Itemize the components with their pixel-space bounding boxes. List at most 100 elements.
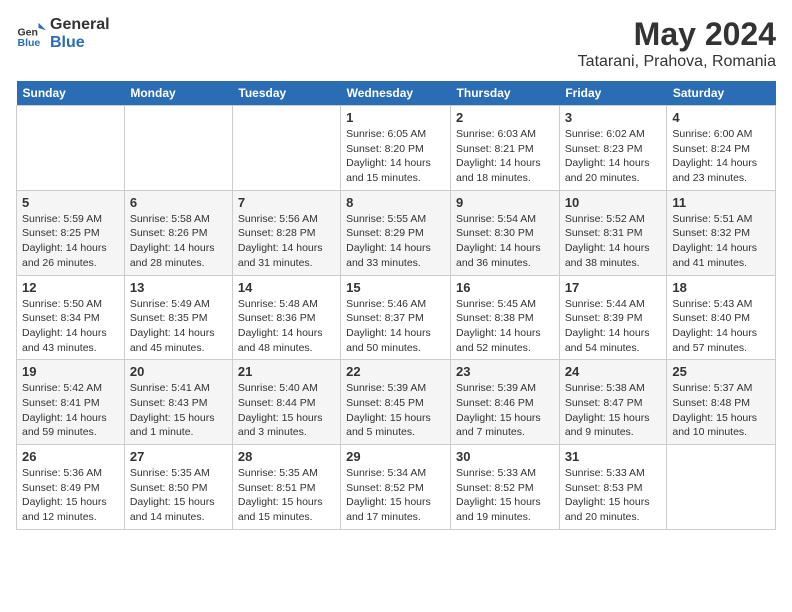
- day-number: 28: [238, 449, 335, 464]
- calendar-cell: 20Sunrise: 5:41 AM Sunset: 8:43 PM Dayli…: [124, 360, 232, 445]
- cell-info: Sunrise: 5:52 AM Sunset: 8:31 PM Dayligh…: [565, 212, 662, 271]
- week-row-3: 12 Sunrise: 5:50 AM Sunset: 8:34 PM Dayli…: [17, 275, 776, 360]
- calendar-header-row: SundayMondayTuesdayWednesdayThursdayFrid…: [17, 81, 776, 106]
- week-row-1: 1 Sunrise: 6:05 AM Sunset: 8:20 PM Daylig…: [17, 106, 776, 191]
- calendar-cell: 6Sunrise: 5:58 AM Sunset: 8:26 PM Daylig…: [124, 190, 232, 275]
- col-header-wednesday: Wednesday: [341, 81, 451, 106]
- cell-info: Sunrise: 5:35 AM Sunset: 8:50 PM Dayligh…: [130, 466, 227, 525]
- calendar-cell: 14 Sunrise: 5:48 AM Sunset: 8:36 PM Dayli…: [232, 275, 340, 360]
- day-number: 24: [565, 364, 662, 379]
- svg-text:Blue: Blue: [18, 37, 41, 49]
- calendar-cell: [124, 106, 232, 191]
- logo-blue: Blue: [50, 34, 110, 52]
- logo-general: General: [50, 16, 110, 34]
- day-number: 5: [22, 195, 119, 210]
- calendar-cell: [17, 106, 125, 191]
- cell-info: Sunrise: 5:45 AM Sunset: 8:38 PM Dayligh…: [456, 297, 554, 356]
- day-number: 9: [456, 195, 554, 210]
- calendar-cell: 4Sunrise: 6:00 AM Sunset: 8:24 PM Daylig…: [667, 106, 776, 191]
- cell-info: Sunrise: 5:56 AM Sunset: 8:28 PM Dayligh…: [238, 212, 335, 271]
- day-number: 20: [130, 364, 227, 379]
- week-row-2: 5 Sunrise: 5:59 AM Sunset: 8:25 PM Daylig…: [17, 190, 776, 275]
- page-header: Gen Blue General Blue May 2024 Tatarani,…: [16, 16, 776, 71]
- calendar-cell: 18 Sunrise: 5:43 AM Sunset: 8:40 PM Dayli…: [667, 275, 776, 360]
- day-number: 31: [565, 449, 662, 464]
- calendar-cell: [667, 445, 776, 530]
- cell-info: Sunrise: 5:44 AM Sunset: 8:39 PM Dayligh…: [565, 297, 662, 356]
- day-number: 3: [565, 110, 662, 125]
- day-number: 30: [456, 449, 554, 464]
- calendar-cell: 17 Sunrise: 5:44 AM Sunset: 8:39 PM Dayli…: [559, 275, 667, 360]
- cell-info: Sunrise: 5:39 AM Sunset: 8:45 PM Dayligh…: [346, 381, 445, 440]
- cell-info: Sunrise: 5:48 AM Sunset: 8:36 PM Dayligh…: [238, 297, 335, 356]
- calendar-cell: 8 Sunrise: 5:55 AM Sunset: 8:29 PM Daylig…: [341, 190, 451, 275]
- cell-info: Sunrise: 5:50 AM Sunset: 8:34 PM Dayligh…: [22, 297, 119, 356]
- calendar-cell: 12 Sunrise: 5:50 AM Sunset: 8:34 PM Dayli…: [17, 275, 125, 360]
- day-number: 7: [238, 195, 335, 210]
- cell-info: Sunrise: 6:02 AM Sunset: 8:23 PM Dayligh…: [565, 127, 662, 186]
- calendar-cell: 29Sunrise: 5:34 AM Sunset: 8:52 PM Dayli…: [341, 445, 451, 530]
- day-number: 11: [672, 195, 770, 210]
- calendar-cell: 1 Sunrise: 6:05 AM Sunset: 8:20 PM Daylig…: [341, 106, 451, 191]
- day-number: 6: [130, 195, 227, 210]
- day-number: 10: [565, 195, 662, 210]
- calendar-cell: 31 Sunrise: 5:33 AM Sunset: 8:53 PM Dayli…: [559, 445, 667, 530]
- day-number: 26: [22, 449, 119, 464]
- main-title: May 2024: [578, 16, 776, 53]
- cell-info: Sunrise: 6:05 AM Sunset: 8:20 PM Dayligh…: [346, 127, 445, 186]
- cell-info: Sunrise: 5:51 AM Sunset: 8:32 PM Dayligh…: [672, 212, 770, 271]
- day-number: 12: [22, 280, 119, 295]
- day-number: 17: [565, 280, 662, 295]
- day-number: 8: [346, 195, 445, 210]
- col-header-saturday: Saturday: [667, 81, 776, 106]
- day-number: 14: [238, 280, 335, 295]
- calendar-cell: 5 Sunrise: 5:59 AM Sunset: 8:25 PM Daylig…: [17, 190, 125, 275]
- day-number: 19: [22, 364, 119, 379]
- day-number: 2: [456, 110, 554, 125]
- calendar-cell: 9 Sunrise: 5:54 AM Sunset: 8:30 PM Daylig…: [451, 190, 560, 275]
- cell-info: Sunrise: 5:55 AM Sunset: 8:29 PM Dayligh…: [346, 212, 445, 271]
- day-number: 18: [672, 280, 770, 295]
- day-number: 1: [346, 110, 445, 125]
- day-number: 21: [238, 364, 335, 379]
- cell-info: Sunrise: 5:40 AM Sunset: 8:44 PM Dayligh…: [238, 381, 335, 440]
- day-number: 25: [672, 364, 770, 379]
- cell-info: Sunrise: 6:03 AM Sunset: 8:21 PM Dayligh…: [456, 127, 554, 186]
- calendar-cell: [232, 106, 340, 191]
- calendar-cell: 21 Sunrise: 5:40 AM Sunset: 8:44 PM Dayli…: [232, 360, 340, 445]
- calendar-cell: 19 Sunrise: 5:42 AM Sunset: 8:41 PM Dayli…: [17, 360, 125, 445]
- cell-info: Sunrise: 5:54 AM Sunset: 8:30 PM Dayligh…: [456, 212, 554, 271]
- col-header-tuesday: Tuesday: [232, 81, 340, 106]
- cell-info: Sunrise: 5:49 AM Sunset: 8:35 PM Dayligh…: [130, 297, 227, 356]
- cell-info: Sunrise: 5:42 AM Sunset: 8:41 PM Dayligh…: [22, 381, 119, 440]
- cell-info: Sunrise: 5:43 AM Sunset: 8:40 PM Dayligh…: [672, 297, 770, 356]
- week-row-4: 19 Sunrise: 5:42 AM Sunset: 8:41 PM Dayli…: [17, 360, 776, 445]
- day-number: 22: [346, 364, 445, 379]
- subtitle: Tatarani, Prahova, Romania: [578, 53, 776, 71]
- calendar-cell: 16 Sunrise: 5:45 AM Sunset: 8:38 PM Dayli…: [451, 275, 560, 360]
- cell-info: Sunrise: 5:46 AM Sunset: 8:37 PM Dayligh…: [346, 297, 445, 356]
- col-header-sunday: Sunday: [17, 81, 125, 106]
- cell-info: Sunrise: 5:33 AM Sunset: 8:52 PM Dayligh…: [456, 466, 554, 525]
- col-header-monday: Monday: [124, 81, 232, 106]
- day-number: 16: [456, 280, 554, 295]
- cell-info: Sunrise: 6:00 AM Sunset: 8:24 PM Dayligh…: [672, 127, 770, 186]
- calendar-cell: 13 Sunrise: 5:49 AM Sunset: 8:35 PM Dayli…: [124, 275, 232, 360]
- calendar-cell: 30 Sunrise: 5:33 AM Sunset: 8:52 PM Dayli…: [451, 445, 560, 530]
- cell-info: Sunrise: 5:37 AM Sunset: 8:48 PM Dayligh…: [672, 381, 770, 440]
- calendar-cell: 25 Sunrise: 5:37 AM Sunset: 8:48 PM Dayli…: [667, 360, 776, 445]
- cell-info: Sunrise: 5:38 AM Sunset: 8:47 PM Dayligh…: [565, 381, 662, 440]
- logo-icon: Gen Blue: [16, 19, 46, 49]
- calendar-cell: 10 Sunrise: 5:52 AM Sunset: 8:31 PM Dayli…: [559, 190, 667, 275]
- day-number: 13: [130, 280, 227, 295]
- day-number: 15: [346, 280, 445, 295]
- calendar-cell: 22 Sunrise: 5:39 AM Sunset: 8:45 PM Dayli…: [341, 360, 451, 445]
- cell-info: Sunrise: 5:33 AM Sunset: 8:53 PM Dayligh…: [565, 466, 662, 525]
- title-block: May 2024 Tatarani, Prahova, Romania: [578, 16, 776, 71]
- calendar-cell: 23Sunrise: 5:39 AM Sunset: 8:46 PM Dayli…: [451, 360, 560, 445]
- calendar-cell: 2 Sunrise: 6:03 AM Sunset: 8:21 PM Daylig…: [451, 106, 560, 191]
- day-number: 27: [130, 449, 227, 464]
- logo: Gen Blue General Blue: [16, 16, 110, 52]
- calendar-table: SundayMondayTuesdayWednesdayThursdayFrid…: [16, 81, 776, 530]
- cell-info: Sunrise: 5:59 AM Sunset: 8:25 PM Dayligh…: [22, 212, 119, 271]
